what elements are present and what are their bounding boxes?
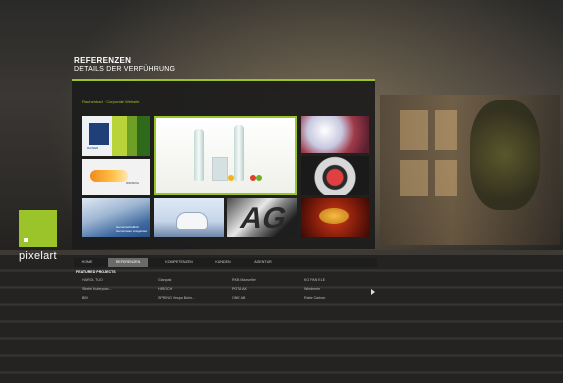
breadcrumb: Rauhenbad · Corporate Website bbox=[82, 99, 140, 104]
project-link[interactable]: Rabe Carbon bbox=[304, 296, 325, 300]
rainer-label: RAINER bbox=[87, 146, 99, 150]
scooter-image bbox=[176, 212, 208, 230]
nav-home[interactable]: HOME bbox=[74, 258, 100, 267]
project-link[interactable]: Stiefel Kuferpoto... bbox=[82, 287, 112, 291]
project-link[interactable]: KO PAN ELE bbox=[304, 278, 325, 282]
project-link[interactable]: HAROL TUO bbox=[82, 278, 103, 282]
page-title: REFERENZEN bbox=[74, 56, 132, 65]
pixelart-logo[interactable] bbox=[19, 210, 57, 247]
bottle-image bbox=[234, 125, 244, 181]
page-header: REFERENZEN DETAILS DER VERFÜHRUNG bbox=[74, 56, 175, 73]
sign-image bbox=[319, 208, 349, 224]
brand-name: pixelart bbox=[19, 250, 57, 262]
background-window bbox=[435, 110, 457, 150]
glass-image bbox=[212, 157, 228, 181]
background-tree bbox=[470, 100, 540, 210]
tile-fabric[interactable]: Gemeinschaftlich Gemeinsam Ausgebaut bbox=[82, 198, 150, 237]
tile-crystal[interactable] bbox=[301, 116, 369, 153]
background-window bbox=[400, 160, 428, 196]
project-link[interactable]: SPRING Vespa Buhn... bbox=[158, 296, 195, 300]
nav-kunden[interactable]: KUNDEN bbox=[208, 258, 238, 267]
pill-label: WIONIXA bbox=[126, 181, 140, 185]
nav-referenzen[interactable]: REFERENZEN bbox=[108, 258, 148, 267]
project-link[interactable]: BBI bbox=[82, 296, 88, 300]
letters-image: AG bbox=[236, 202, 291, 235]
tile-red-sphere[interactable] bbox=[301, 156, 369, 195]
fabric-label: Gemeinschaftlich Gemeinsam Ausgebaut bbox=[116, 225, 148, 233]
main-nav: HOME REFERENZEN KOMPETENZEN KUNDEN AGENT… bbox=[74, 258, 377, 267]
bottle-image bbox=[194, 129, 204, 181]
nav-agentur[interactable]: AGENTUR bbox=[246, 258, 280, 267]
project-link[interactable]: HIROCH bbox=[158, 287, 172, 291]
background-window bbox=[400, 110, 428, 150]
tile-bottles-selected[interactable] bbox=[154, 116, 297, 195]
pill-image bbox=[90, 170, 128, 182]
tile-rainer[interactable]: RAINER bbox=[82, 116, 150, 156]
project-link[interactable]: POTA AK bbox=[232, 287, 247, 291]
project-link[interactable]: Glanpak bbox=[158, 278, 171, 282]
tile-letters[interactable]: AG bbox=[227, 198, 297, 237]
tile-pill[interactable]: WIONIXA bbox=[82, 159, 150, 195]
tile-red-sign[interactable] bbox=[301, 198, 369, 237]
reference-panel: Rauhenbad · Corporate Website RAINER WIO… bbox=[72, 79, 375, 249]
project-link[interactable]: Wiederein bbox=[304, 287, 320, 291]
fruit-image bbox=[228, 175, 234, 181]
logo-dot bbox=[24, 238, 28, 242]
featured-heading: FEATURED PROJECTS bbox=[76, 270, 116, 274]
background-stairs bbox=[0, 255, 563, 383]
page-subtitle: DETAILS DER VERFÜHRUNG bbox=[74, 66, 176, 73]
project-link[interactable]: RKB Maxseller bbox=[232, 278, 256, 282]
background-window bbox=[435, 160, 457, 196]
fruit-image bbox=[256, 175, 262, 181]
project-link[interactable]: ONE AB bbox=[232, 296, 245, 300]
tile-scooter[interactable] bbox=[154, 198, 224, 237]
nav-kompetenzen[interactable]: KOMPETENZEN bbox=[158, 258, 200, 267]
rainer-logo bbox=[89, 123, 109, 145]
next-arrow-icon[interactable] bbox=[371, 289, 375, 295]
